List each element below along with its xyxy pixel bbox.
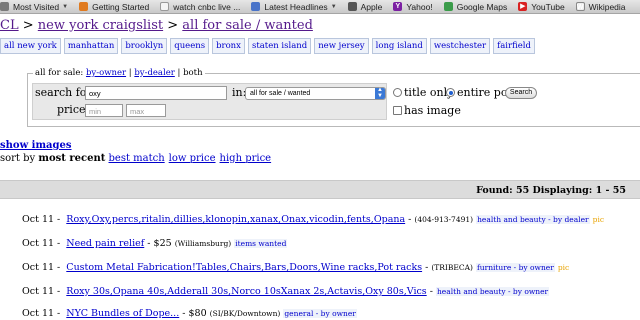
search-input[interactable]: oxy <box>85 86 227 100</box>
breadcrumb-site-link[interactable]: CL <box>0 18 19 33</box>
by-owner-link[interactable]: by-owner <box>86 68 126 78</box>
maps-icon <box>443 2 453 11</box>
chevron-down-icon: ▼ <box>62 3 69 10</box>
listing-row: Oct 11 - Custom Metal Fabrication!Tables… <box>22 262 570 273</box>
chevron-down-icon: ▼ <box>330 3 337 10</box>
listing-row: Oct 11 - NYC Bundles of Dope... - $80 (S… <box>22 308 357 319</box>
sort-current: most recent <box>38 153 106 164</box>
bookmark-getting-started[interactable]: Getting Started <box>79 2 149 12</box>
bookmark-apple[interactable]: Apple <box>347 2 382 12</box>
listing-category-link[interactable]: items wanted <box>234 239 288 248</box>
area-link-staten-island[interactable]: staten island <box>247 38 312 54</box>
listing-pic-indicator: pic <box>592 215 605 224</box>
search-button[interactable]: Search <box>505 87 537 99</box>
rss-icon <box>251 2 261 11</box>
price-max-input[interactable]: max <box>126 104 166 117</box>
breadcrumb-city-link[interactable]: new york craigslist <box>38 18 163 33</box>
apple-icon <box>347 2 357 11</box>
page-icon <box>160 2 170 11</box>
listing-category-link[interactable]: health and beauty - by dealer <box>476 215 590 224</box>
listing-title-link[interactable]: Custom Metal Fabrication!Tables,Chairs,B… <box>66 262 422 273</box>
area-link-fairfield[interactable]: fairfield <box>493 38 535 54</box>
sort-best-match-link[interactable]: best match <box>109 153 165 164</box>
area-link-long-island[interactable]: long island <box>371 38 427 54</box>
listing-title-link[interactable]: Need pain relief <box>66 238 144 249</box>
has-image-label: has image <box>404 104 461 117</box>
area-nav: all new york manhattan brooklyn queens b… <box>0 38 535 54</box>
show-images-link[interactable]: show images <box>0 140 72 151</box>
listing-category-link[interactable]: furniture - by owner <box>476 263 555 272</box>
wikipedia-icon: W <box>575 2 585 11</box>
gear-icon <box>0 2 9 11</box>
search-legend: all for sale: by-owner | by-dealer | bot… <box>33 68 205 78</box>
bookmark-youtube[interactable]: ▶ YouTube <box>518 2 565 12</box>
listing-category-link[interactable]: general - by owner <box>283 309 357 318</box>
both-label: both <box>183 68 203 78</box>
breadcrumb-category-link[interactable]: all for sale / wanted <box>182 18 313 33</box>
category-select[interactable]: all for sale / wanted ▲ ▼ <box>245 87 386 100</box>
area-link-westchester[interactable]: westchester <box>429 38 491 54</box>
has-image-checkbox[interactable] <box>393 106 402 115</box>
area-link-all-new-york[interactable]: all new york <box>0 38 61 54</box>
firefox-icon <box>79 2 89 11</box>
select-arrows-icon: ▲ ▼ <box>375 87 385 99</box>
listing-row: Oct 11 - Need pain relief - $25 (William… <box>22 238 288 249</box>
breadcrumb: CL > new york craigslist > all for sale … <box>0 18 313 33</box>
results-count: Found: 55 Displaying: 1 - 55 <box>476 185 626 196</box>
area-link-brooklyn[interactable]: brooklyn <box>121 38 168 54</box>
listing-category-link[interactable]: health and beauty - by owner <box>435 287 550 296</box>
entire-post-radio[interactable] <box>446 88 455 97</box>
listing-title-link[interactable]: Roxy 30s,Opana 40s,Adderall 30s,Norco 10… <box>66 286 426 297</box>
listing-title-link[interactable]: NYC Bundles of Dope... <box>66 308 179 319</box>
area-link-queens[interactable]: queens <box>170 38 210 54</box>
by-dealer-link[interactable]: by-dealer <box>134 68 174 78</box>
sort-low-price-link[interactable]: low price <box>169 153 216 164</box>
listing-row: Oct 11 - Roxy,Oxy,percs,ritalin,dillies,… <box>22 214 605 225</box>
area-link-manhattan[interactable]: manhattan <box>63 38 119 54</box>
price-min-input[interactable]: min <box>85 104 123 117</box>
bookmark-watch-cnbc[interactable]: watch cnbc live ... <box>160 2 240 12</box>
bookmark-google-maps[interactable]: Google Maps <box>443 2 507 12</box>
bookmarks-toolbar: Most Visited ▼ Getting Started watch cnbc… <box>0 0 640 14</box>
title-only-radio[interactable] <box>393 88 402 97</box>
bookmark-latest-headlines[interactable]: Latest Headlines ▼ <box>251 2 337 12</box>
bookmark-yahoo[interactable]: Y Yahoo! <box>393 2 433 12</box>
listing-title-link[interactable]: Roxy,Oxy,percs,ritalin,dillies,klonopin,… <box>66 214 405 225</box>
area-link-bronx[interactable]: bronx <box>212 38 245 54</box>
sort-high-price-link[interactable]: high price <box>220 153 272 164</box>
bookmark-most-visited[interactable]: Most Visited ▼ <box>0 2 68 12</box>
youtube-icon: ▶ <box>518 2 528 11</box>
listing-row: Oct 11 - Roxy 30s,Opana 40s,Adderall 30s… <box>22 286 550 297</box>
area-link-new-jersey[interactable]: new jersey <box>314 38 369 54</box>
yahoo-icon: Y <box>393 2 403 11</box>
listing-pic-indicator: pic <box>557 263 570 272</box>
sort-options: sort by most recent best match low price h… <box>0 153 272 164</box>
bookmark-wikipedia[interactable]: W Wikipedia <box>575 2 626 12</box>
